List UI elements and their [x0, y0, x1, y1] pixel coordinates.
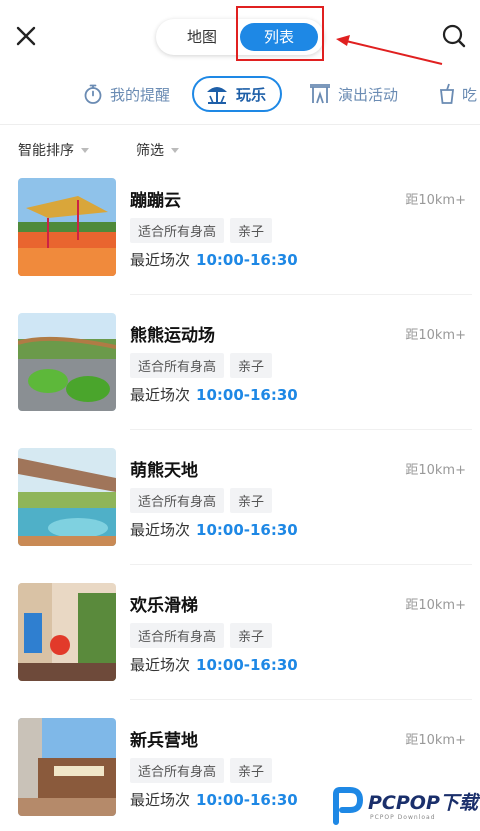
- filter-dropdown[interactable]: 筛选: [136, 140, 179, 160]
- list-item[interactable]: 萌熊天地 距10km+ 适合所有身高 亲子 最近场次 10:00-16:30: [0, 430, 480, 565]
- category-food[interactable]: 吃: [438, 76, 477, 112]
- sort-dropdown[interactable]: 智能排序: [18, 140, 89, 160]
- stopwatch-icon: [84, 84, 102, 104]
- item-session: 最近场次 10:00-16:30: [130, 789, 298, 810]
- item-title: 萌熊天地: [130, 461, 198, 481]
- item-distance: 距10km+: [405, 193, 466, 208]
- item-session: 最近场次 10:00-16:30: [130, 384, 298, 405]
- filter-label: 筛选: [136, 143, 164, 159]
- session-label: 最近场次: [130, 521, 191, 539]
- item-distance: 距10km+: [405, 598, 466, 613]
- session-time: 10:00-16:30: [196, 251, 298, 269]
- item-title: 新兵营地: [130, 731, 198, 751]
- item-session: 最近场次 10:00-16:30: [130, 249, 298, 270]
- category-bar: 我的提醒 玩乐 演出活动 吃: [0, 72, 480, 116]
- venue-photo: [18, 448, 116, 546]
- item-tags: 适合所有身高 亲子: [130, 623, 278, 648]
- annotation-arrow: [336, 35, 443, 65]
- drink-cup-icon: [439, 83, 455, 104]
- item-distance: 距10km+: [405, 733, 466, 748]
- category-label: 我的提醒: [110, 85, 171, 104]
- tag: 适合所有身高: [130, 488, 225, 513]
- item-title: 蹦蹦云: [130, 191, 181, 211]
- list-item[interactable]: 熊熊运动场 距10km+ 适合所有身高 亲子 最近场次 10:00-16:30: [0, 295, 480, 430]
- venue-photo: [18, 178, 116, 276]
- category-label: 吃: [462, 85, 478, 104]
- session-time: 10:00-16:30: [196, 791, 298, 809]
- item-tags: 适合所有身高 亲子: [130, 488, 278, 513]
- tag: 亲子: [230, 353, 273, 378]
- tag: 亲子: [230, 623, 273, 648]
- venue-photo: [18, 313, 116, 411]
- session-time: 10:00-16:30: [196, 386, 298, 404]
- watermark-text: PCPOP下载: [368, 792, 478, 814]
- session-label: 最近场次: [130, 386, 191, 404]
- list-item[interactable]: 欢乐滑梯 距10km+ 适合所有身高 亲子 最近场次 10:00-16:30: [0, 565, 480, 700]
- tag: 适合所有身高: [130, 758, 225, 783]
- item-session: 最近场次 10:00-16:30: [130, 519, 298, 540]
- session-label: 最近场次: [130, 656, 191, 674]
- tab-map[interactable]: 地图: [164, 19, 240, 55]
- item-title: 熊熊运动场: [130, 326, 215, 346]
- search-icon[interactable]: [440, 22, 468, 50]
- tag: 亲子: [230, 488, 273, 513]
- top-bar: 地图 列表: [0, 0, 480, 72]
- session-time: 10:00-16:30: [196, 521, 298, 539]
- umbrella-play-icon: [207, 87, 227, 104]
- pcpop-logo-icon: [333, 787, 364, 825]
- performance-icon: [310, 84, 330, 104]
- caret-down-icon: [171, 147, 179, 153]
- category-label: 玩乐: [236, 85, 267, 104]
- item-distance: 距10km+: [405, 328, 466, 343]
- sort-label: 智能排序: [18, 143, 74, 159]
- session-time: 10:00-16:30: [196, 656, 298, 674]
- divider: [0, 124, 480, 125]
- item-title: 欢乐滑梯: [130, 596, 198, 616]
- tag: 适合所有身高: [130, 353, 225, 378]
- session-label: 最近场次: [130, 791, 191, 809]
- site-watermark: PCPOP下载 PCPOP Download: [330, 786, 478, 828]
- list-item[interactable]: 蹦蹦云 距10km+ 适合所有身高 亲子 最近场次 10:00-16:30: [0, 160, 480, 295]
- category-play[interactable]: 玩乐: [192, 76, 283, 112]
- venue-photo: [18, 718, 116, 816]
- tag: 适合所有身高: [130, 623, 225, 648]
- close-icon[interactable]: [12, 22, 40, 50]
- item-distance: 距10km+: [405, 463, 466, 478]
- caret-down-icon: [81, 147, 89, 153]
- item-session: 最近场次 10:00-16:30: [130, 654, 298, 675]
- category-label: 演出活动: [338, 85, 399, 104]
- category-performance[interactable]: 演出活动: [308, 76, 398, 112]
- category-reminder[interactable]: 我的提醒: [82, 76, 170, 112]
- item-tags: 适合所有身高 亲子: [130, 758, 278, 783]
- venue-photo: [18, 583, 116, 681]
- item-tags: 适合所有身高 亲子: [130, 218, 278, 243]
- watermark-subtext: PCPOP Download: [370, 814, 436, 821]
- annotation-highlight-box: [236, 6, 324, 61]
- tag: 亲子: [230, 218, 273, 243]
- item-tags: 适合所有身高 亲子: [130, 353, 278, 378]
- session-label: 最近场次: [130, 251, 191, 269]
- tag: 适合所有身高: [130, 218, 225, 243]
- tag: 亲子: [230, 758, 273, 783]
